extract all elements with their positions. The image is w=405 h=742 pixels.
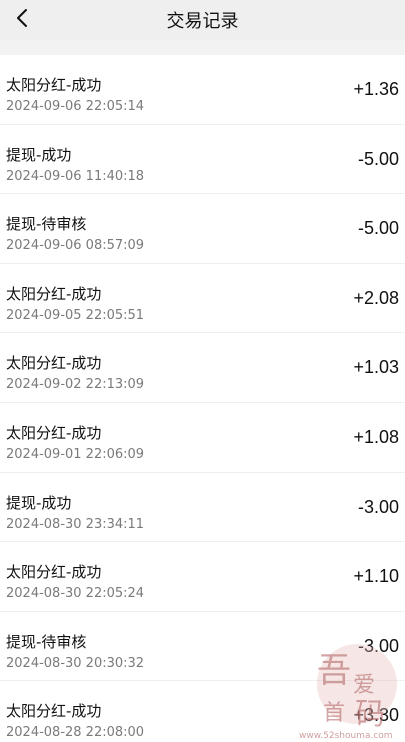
header-spacer [0, 40, 405, 55]
transaction-row[interactable]: 提现-成功 2024-09-06 11:40:18 -5.00 [0, 125, 405, 195]
transaction-time: 2024-08-30 20:30:32 [6, 655, 145, 671]
transaction-row[interactable]: 提现-待审核 2024-09-06 08:57:09 -5.00 [0, 194, 405, 264]
transaction-name: 太阳分红-成功 [6, 354, 102, 373]
transaction-amount: +3.30 [353, 705, 399, 726]
transaction-amount: +1.08 [353, 426, 399, 447]
transaction-time: 2024-09-06 11:40:18 [6, 168, 145, 184]
top-navigation-bar: 交易记录 [0, 0, 405, 40]
transaction-name: 太阳分红-成功 [6, 702, 102, 721]
transaction-time: 2024-08-30 23:34:11 [6, 516, 145, 532]
transaction-time: 2024-09-05 22:05:51 [6, 307, 145, 323]
transaction-list: 太阳分红-成功 2024-09-06 22:05:14 +1.36 提现-成功 … [0, 55, 405, 742]
transaction-name: 提现-待审核 [6, 215, 87, 234]
back-button[interactable] [8, 4, 36, 32]
page-title: 交易记录 [166, 11, 239, 32]
transaction-time: 2024-08-30 22:05:24 [6, 586, 145, 602]
transaction-time: 2024-09-06 22:05:14 [6, 99, 145, 114]
transaction-amount: +2.08 [353, 287, 399, 308]
transaction-time: 2024-09-02 22:13:09 [6, 377, 145, 393]
transaction-amount: -3.00 [357, 496, 399, 517]
transaction-time: 2024-09-06 08:57:09 [6, 238, 145, 254]
transaction-name: 提现-成功 [6, 145, 72, 164]
transaction-name: 太阳分红-成功 [6, 76, 102, 94]
transaction-row[interactable]: 太阳分红-成功 2024-08-30 22:05:24 +1.10 [0, 542, 405, 612]
transaction-amount: +1.10 [353, 566, 399, 587]
transaction-name: 提现-待审核 [6, 632, 87, 651]
transaction-row[interactable]: 太阳分红-成功 2024-09-02 22:13:09 +1.03 [0, 333, 405, 403]
transaction-time: 2024-09-01 22:06:09 [6, 446, 145, 462]
transaction-row[interactable]: 太阳分红-成功 2024-09-05 22:05:51 +2.08 [0, 264, 405, 334]
transaction-name: 太阳分红-成功 [6, 563, 102, 582]
transaction-amount: +1.36 [353, 79, 399, 99]
transaction-amount: +1.03 [353, 357, 399, 378]
transaction-name: 提现-成功 [6, 493, 72, 512]
transaction-amount: -3.00 [357, 635, 399, 656]
chevron-left-icon [17, 9, 27, 27]
transaction-row[interactable]: 太阳分红-成功 2024-09-06 22:05:14 +1.36 [0, 55, 405, 125]
transaction-amount: -5.00 [357, 218, 399, 239]
transaction-row[interactable]: 太阳分红-成功 2024-09-01 22:06:09 +1.08 [0, 403, 405, 473]
transaction-row[interactable]: 提现-成功 2024-08-30 23:34:11 -3.00 [0, 473, 405, 543]
transaction-name: 太阳分红-成功 [6, 423, 102, 442]
transaction-time: 2024-08-28 22:08:00 [6, 725, 145, 741]
transaction-name: 太阳分红-成功 [6, 284, 102, 303]
transaction-row[interactable]: 太阳分红-成功 2024-08-28 22:08:00 +3.30 [0, 681, 405, 742]
transaction-row[interactable]: 提现-待审核 2024-08-30 20:30:32 -3.00 [0, 612, 405, 682]
transaction-amount: -5.00 [357, 148, 399, 169]
